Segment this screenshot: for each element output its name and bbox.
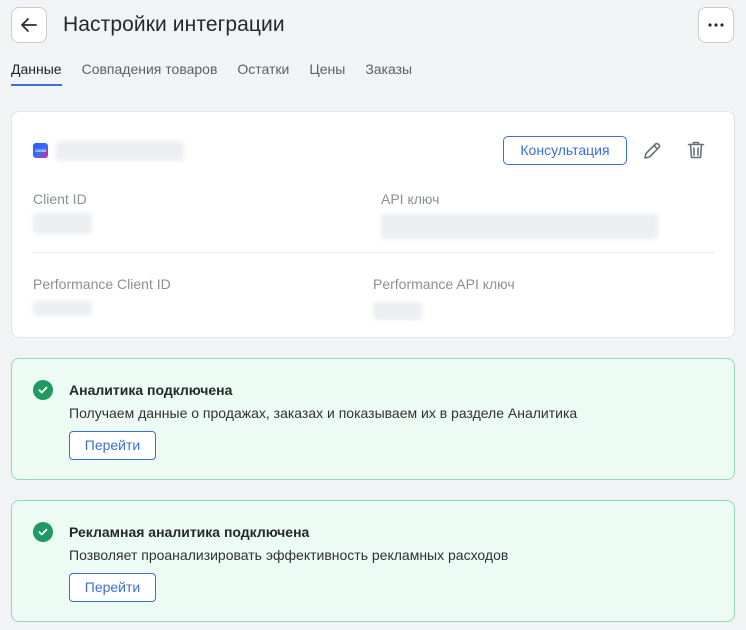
ozon-logo: OZON xyxy=(33,143,48,158)
ads-analytics-title: Рекламная аналитика подключена xyxy=(69,524,310,540)
page-title: Настройки интеграции xyxy=(63,13,285,36)
performance-api-key-value-redacted xyxy=(373,302,422,320)
api-key-value-redacted xyxy=(381,214,658,239)
delete-button[interactable] xyxy=(684,138,708,162)
store-name-redacted xyxy=(56,141,184,161)
check-circle-icon xyxy=(33,522,53,542)
client-id-value-redacted xyxy=(33,213,92,234)
tab-bar: Данные Совпадения товаров Остатки Цены З… xyxy=(11,61,432,89)
ads-analytics-go-button[interactable]: Перейти xyxy=(69,573,156,602)
tab-prices[interactable]: Цены xyxy=(309,61,345,86)
performance-client-id-label: Performance Client ID xyxy=(33,276,171,292)
analytics-title: Аналитика подключена xyxy=(69,382,233,398)
analytics-description: Получаем данные о продажах, заказах и по… xyxy=(69,405,578,421)
edit-button[interactable] xyxy=(640,139,664,163)
integration-card: OZON Консультация Client ID API ключ Per… xyxy=(11,111,735,338)
page-header: Настройки интеграции xyxy=(0,0,746,52)
more-horizontal-icon xyxy=(708,23,724,27)
performance-api-key-label: Performance API ключ xyxy=(373,276,515,292)
tab-product-matches[interactable]: Совпадения товаров xyxy=(82,61,218,86)
check-circle-icon xyxy=(33,380,53,400)
consultation-button[interactable]: Консультация xyxy=(503,136,627,165)
analytics-go-button[interactable]: Перейти xyxy=(69,431,156,460)
api-key-label: API ключ xyxy=(381,191,440,207)
performance-client-id-value-redacted xyxy=(33,301,92,316)
ads-analytics-status-card: Рекламная аналитика подключена Позволяет… xyxy=(11,500,735,622)
more-options-button[interactable] xyxy=(698,7,734,43)
tab-data[interactable]: Данные xyxy=(11,61,62,86)
pencil-icon xyxy=(644,142,661,159)
back-button[interactable] xyxy=(11,7,47,43)
ads-analytics-description: Позволяет проанализировать эффективность… xyxy=(69,547,509,563)
client-id-label: Client ID xyxy=(33,191,87,207)
tab-stock[interactable]: Остатки xyxy=(237,61,289,86)
analytics-status-card: Аналитика подключена Получаем данные о п… xyxy=(11,358,735,480)
trash-icon xyxy=(687,141,705,159)
card-divider xyxy=(33,252,715,253)
arrow-left-icon xyxy=(21,18,37,32)
tab-orders[interactable]: Заказы xyxy=(365,61,412,86)
